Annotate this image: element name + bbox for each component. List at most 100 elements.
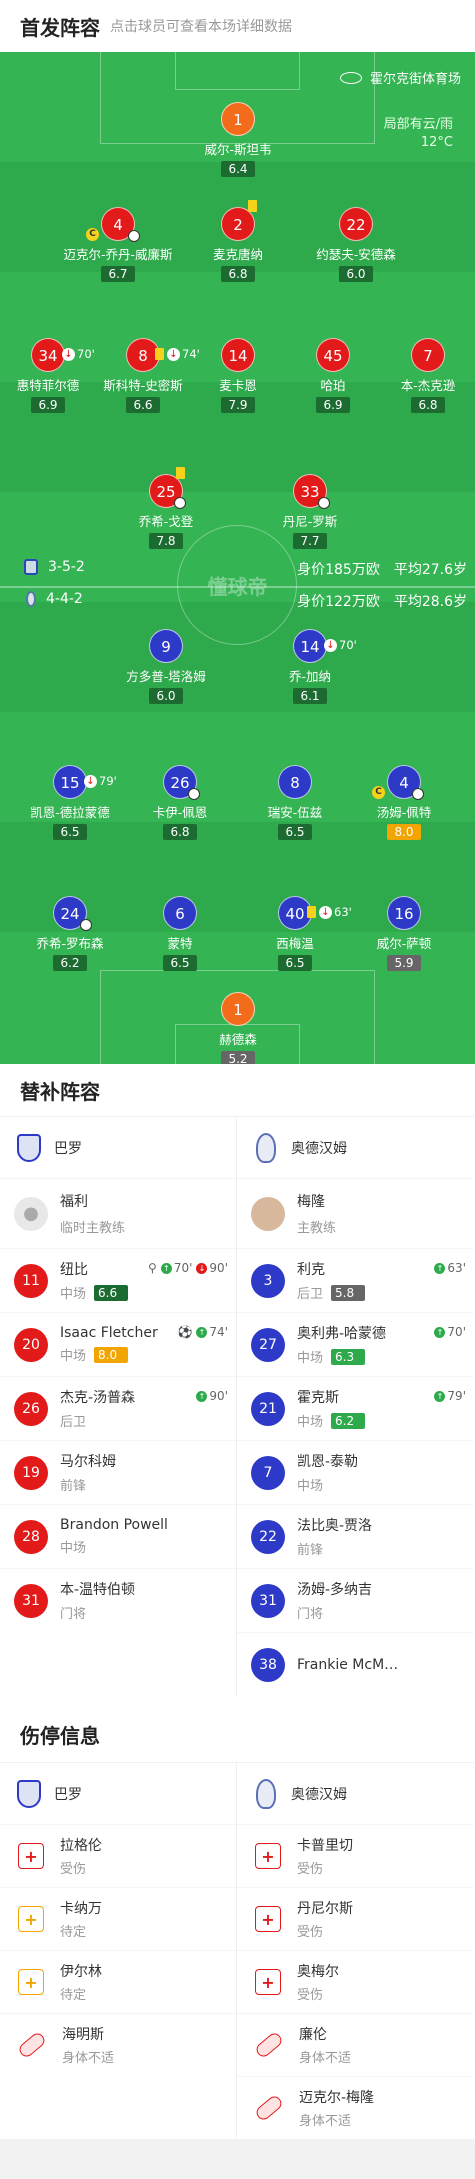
sub-player-row[interactable]: 21 霍克斯 中场 6.2 ↑ 79' xyxy=(237,1376,474,1440)
injury-status: 身体不适 xyxy=(62,2051,115,2066)
coach-name: 福利 xyxy=(60,1194,88,1210)
home-player-25[interactable]: 25 乔希-戈登 7.8 xyxy=(101,467,231,549)
injury-row[interactable]: + 卡普里切 受伤 xyxy=(237,1824,474,1887)
sub-player-row[interactable]: 7 凯恩-泰勒 中场 xyxy=(237,1440,474,1504)
away-crest-icon xyxy=(251,1777,281,1811)
home-age-text: 平均27.6岁 xyxy=(393,562,467,578)
home-team-row[interactable]: 巴罗 xyxy=(0,1762,236,1824)
player-position: 中场 xyxy=(297,1415,324,1430)
player-rating: 5.9 xyxy=(387,955,421,971)
injury-section: 巴罗 + 拉格伦 受伤 + 卡纳万 待定 + 伊尔林 待定 海明斯 身体不适 奥德汉姆 … xyxy=(0,1762,475,2139)
player-rating: 5.8 xyxy=(331,1284,366,1301)
away-team-row[interactable]: 奥德汉姆 xyxy=(237,1762,474,1824)
home-player-33[interactable]: 33 丹尼-罗斯 7.7 xyxy=(245,474,375,549)
player-number: 40 xyxy=(285,905,305,923)
away-player-16[interactable]: 16 威尔-萨顿 5.9 xyxy=(339,896,469,971)
player-name: 本-温特伯顿 xyxy=(60,1582,136,1598)
away-value: 身价122万欧 平均28.6岁 xyxy=(283,591,467,611)
injury-row[interactable]: 廉伦 身体不适 xyxy=(237,2013,474,2076)
away-player-26[interactable]: 26 卡伊-佩恩 6.8 xyxy=(115,765,245,840)
sub-player-row[interactable]: 26 杰克-汤普森 后卫 ↑ 90' xyxy=(0,1376,236,1440)
away-player-4[interactable]: 4 C 汤姆-佩特 8.0 xyxy=(339,765,469,840)
sub-out-icon: ↓ xyxy=(62,347,75,361)
sub-player-row[interactable]: 27 奥利弗-哈蒙德 中场 6.3 ↑ 70' xyxy=(237,1312,474,1376)
player-rating: 6.7 xyxy=(101,266,135,282)
player-name: 迈克尔-乔丹-威廉斯 xyxy=(63,247,173,262)
away-player-14[interactable]: 14 ↓ 70' 乔-加纳 6.1 xyxy=(245,629,375,704)
player-number: 4 xyxy=(113,216,123,234)
medical-cross-icon: + xyxy=(255,1843,281,1869)
player-name: 霍克斯 xyxy=(297,1390,339,1406)
home-team-name: 巴罗 xyxy=(54,1786,82,1803)
sub-player-row[interactable]: 31 本-温特伯顿 门将 xyxy=(0,1568,236,1632)
player-name: 卡纳万 xyxy=(60,1901,102,1917)
player-name: 乔-加纳 xyxy=(288,669,331,684)
away-player-6[interactable]: 6 蒙特 6.5 xyxy=(115,896,245,971)
away-value-text: 身价122万欧 xyxy=(297,594,380,610)
player-name: 卡伊-佩恩 xyxy=(152,805,208,820)
player-number: 9 xyxy=(149,629,183,663)
home-player-2[interactable]: 2 麦克唐纳 6.8 xyxy=(173,200,303,282)
sub-player-row[interactable]: 31 汤姆-多纳吉 门将 xyxy=(237,1568,474,1632)
player-number: 27 xyxy=(251,1327,285,1362)
yellow-card-icon xyxy=(176,467,185,479)
player-rating: 6.4 xyxy=(221,161,255,177)
player-number: 14 xyxy=(221,338,255,372)
injury-row[interactable]: 海明斯 身体不适 xyxy=(0,2013,236,2076)
medical-cross-icon: + xyxy=(255,1906,281,1932)
injury-row[interactable]: + 伊尔林 待定 xyxy=(0,1950,236,2013)
home-player-1[interactable]: 1 威尔-斯坦韦 6.4 xyxy=(173,102,303,177)
injury-row[interactable]: + 奥梅尔 受伤 xyxy=(237,1950,474,2013)
injury-header: 伤停信息 xyxy=(0,1706,475,1762)
player-position: 前锋 xyxy=(60,1479,87,1494)
player-name: 凯恩-泰勒 xyxy=(297,1454,359,1470)
player-name: 纽比 xyxy=(60,1262,88,1278)
player-name: Isaac Fletcher xyxy=(60,1325,158,1341)
sub-player-row[interactable]: 20 Isaac Fletcher 中场 8.0 ⚽ ↑ 74' xyxy=(0,1312,236,1376)
player-number: 34 xyxy=(38,347,58,365)
home-player-22[interactable]: 22 约瑟夫-安德森 6.0 xyxy=(291,207,421,282)
sub-player-row[interactable]: 3 利克 后卫 5.8 ↑ 63' xyxy=(237,1248,474,1312)
player-number: 31 xyxy=(14,1583,48,1618)
injury-row[interactable]: + 卡纳万 待定 xyxy=(0,1887,236,1950)
subs-section: 巴罗 ● 福利 临时主教练 11 纽比 中场 6.6 ⚲ ↑ 70' ↓ 90' 20 I… xyxy=(0,1116,475,1696)
player-number: 22 xyxy=(251,1519,285,1554)
home-player-7[interactable]: 7 本-杰克逊 6.8 xyxy=(363,338,475,413)
player-name: 拉格伦 xyxy=(60,1838,102,1854)
home-coach-row[interactable]: ● 福利 临时主教练 xyxy=(0,1178,236,1248)
away-player-9[interactable]: 9 方多普-塔洛姆 6.0 xyxy=(101,629,231,704)
player-number: 15 xyxy=(60,774,80,792)
sub-player-row[interactable]: 22 法比奥-贾洛 前锋 xyxy=(237,1504,474,1568)
sub-in-minute: 63' xyxy=(447,1261,466,1275)
away-coach-row[interactable]: 梅隆 主教练 xyxy=(237,1178,474,1248)
stadium-icon xyxy=(339,71,362,84)
player-name: 杰克-汤普森 xyxy=(60,1390,136,1406)
injury-row[interactable]: + 拉格伦 受伤 xyxy=(0,1824,236,1887)
player-rating: 6.2 xyxy=(331,1412,366,1429)
sub-player-row[interactable]: 11 纽比 中场 6.6 ⚲ ↑ 70' ↓ 90' xyxy=(0,1248,236,1312)
home-player-4[interactable]: 4 C 迈克尔-乔丹-威廉斯 6.7 xyxy=(53,207,183,282)
injury-row[interactable]: 迈克尔-梅隆 身体不适 xyxy=(237,2076,474,2139)
sub-in-icon: ↑ xyxy=(434,1326,446,1338)
home-crest-icon xyxy=(14,1777,44,1811)
player-rating: 8.0 xyxy=(387,824,421,840)
away-team-row[interactable]: 奥德汉姆 xyxy=(237,1116,474,1178)
home-team-row[interactable]: 巴罗 xyxy=(0,1116,236,1178)
injury-row[interactable]: + 丹尼尔斯 受伤 xyxy=(237,1887,474,1950)
player-rating: 6.3 xyxy=(331,1348,366,1365)
footer xyxy=(0,2139,475,2179)
player-name: 奥梅尔 xyxy=(297,1964,339,1980)
sub-player-row[interactable]: 38 Frankie McM… xyxy=(237,1632,474,1696)
yellow-card-icon xyxy=(307,906,316,918)
coach-role: 临时主教练 xyxy=(60,1221,126,1236)
player-number: 21 xyxy=(251,1391,285,1426)
player-rating: 6.5 xyxy=(278,955,312,971)
sub-player-row[interactable]: 28 Brandon Powell 中场 xyxy=(0,1504,236,1568)
player-number: 7 xyxy=(411,338,445,372)
sub-player-row[interactable]: 19 马尔科姆 前锋 xyxy=(0,1440,236,1504)
injury-status: 受伤 xyxy=(60,1862,87,1877)
away-player-1[interactable]: 1 赫德森 5.2 xyxy=(173,992,303,1064)
player-number: 45 xyxy=(316,338,350,372)
away-age-text: 平均28.6岁 xyxy=(393,594,467,610)
player-number: 20 xyxy=(14,1327,48,1362)
